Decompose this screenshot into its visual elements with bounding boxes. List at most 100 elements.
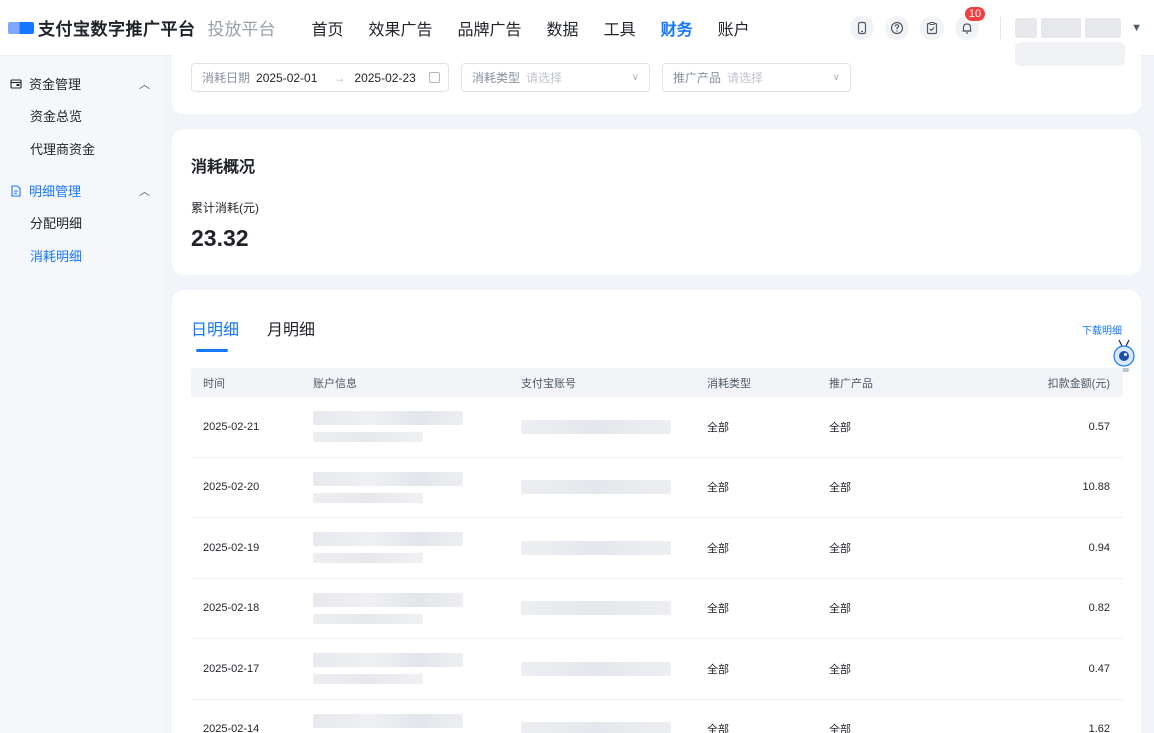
cell-date: 2025-02-19 xyxy=(203,541,260,554)
cell-date: 2025-02-18 xyxy=(203,602,260,615)
nav-tools[interactable]: 工具 xyxy=(604,16,636,40)
date-start-value[interactable]: 2025-02-01 xyxy=(256,71,317,85)
cell-type: 全部 xyxy=(707,482,729,495)
cell-type: 全部 xyxy=(707,603,729,616)
nav-performance-ads[interactable]: 效果广告 xyxy=(369,16,433,40)
cell-type: 全部 xyxy=(707,663,729,676)
cell-type: 全部 xyxy=(707,724,729,733)
nav-brand-ads[interactable]: 品牌广告 xyxy=(458,16,522,40)
cell-date: 2025-02-21 xyxy=(203,420,260,433)
nav-home[interactable]: 首页 xyxy=(312,16,344,40)
redacted-alipay-account xyxy=(521,661,671,676)
cell-product: 全部 xyxy=(829,603,851,616)
filter-panel: 消耗日期 2025-02-01 → 2025-02-23 消耗类型 请选择 ∨ … xyxy=(172,42,1141,114)
column-header-consumption-type: 消耗类型 xyxy=(707,377,751,390)
column-header-time: 时间 xyxy=(203,377,225,390)
redacted-alipay-account xyxy=(521,722,671,733)
main-nav: 首页 效果广告 品牌广告 数据 工具 财务 账户 xyxy=(312,16,775,40)
redacted-account-info xyxy=(313,532,521,564)
bell-icon[interactable]: 10 xyxy=(955,5,988,40)
sidebar-group-label: 明细管理 xyxy=(29,184,82,199)
notification-badge: 10 xyxy=(962,5,988,23)
detail-tabs: 日明细 月明细 xyxy=(191,316,343,352)
redacted-alipay-account xyxy=(521,601,671,616)
tab-monthly[interactable]: 月明细 xyxy=(267,316,315,352)
chevron-up-icon[interactable]: ︿ xyxy=(139,76,150,92)
brand-title: 支付宝数字推广平台 xyxy=(38,20,196,39)
cell-date: 2025-02-20 xyxy=(203,481,260,494)
logo-mark-icon xyxy=(8,21,34,34)
column-header-amount: 扣款金额(元) xyxy=(1047,377,1110,390)
redacted-account-info xyxy=(313,411,521,443)
arrow-right-icon: → xyxy=(333,70,346,85)
table-row: 2025-02-19 全部 全部 0.94 xyxy=(191,518,1123,579)
nav-data[interactable]: 数据 xyxy=(547,16,579,40)
consumption-type-label: 消耗类型 xyxy=(472,71,521,85)
chevron-down-icon: ∨ xyxy=(631,72,639,83)
download-details-link[interactable]: 下载明细 xyxy=(1082,322,1122,337)
tab-daily[interactable]: 日明细 xyxy=(191,316,239,352)
clipboard-check-icon[interactable] xyxy=(920,16,945,40)
redacted-account-info xyxy=(313,471,521,503)
brand-logo[interactable]: 支付宝数字推广平台 投放平台 xyxy=(8,15,276,40)
consumption-type-placeholder: 请选择 xyxy=(526,71,563,85)
user-account-menu[interactable] xyxy=(1015,12,1125,44)
sidebar-item-agency-funds[interactable]: 代理商资金 xyxy=(0,133,164,166)
cumulative-consumption-label: 累计消耗(元) xyxy=(191,201,259,215)
blurred-control xyxy=(1015,42,1125,66)
cell-product: 全部 xyxy=(829,663,851,676)
cell-amount: 10.88 xyxy=(1082,481,1110,494)
sidebar-group-label: 资金管理 xyxy=(29,77,82,92)
sidebar-item-allocation-details[interactable]: 分配明细 xyxy=(0,207,164,240)
date-end-value[interactable]: 2025-02-23 xyxy=(354,71,415,85)
chevron-down-icon[interactable]: ▼ xyxy=(1131,22,1142,34)
consumption-overview-card: 消耗概况 累计消耗(元) 23.32 xyxy=(172,129,1141,275)
sidebar-group-details[interactable]: 明细管理 ︿ xyxy=(0,174,164,207)
cell-amount: 0.57 xyxy=(1088,420,1110,433)
cumulative-consumption-value: 23.32 xyxy=(191,225,249,251)
cell-date: 2025-02-14 xyxy=(203,723,260,733)
cell-product: 全部 xyxy=(829,482,851,495)
date-range-label: 消耗日期 xyxy=(202,71,251,85)
product-label: 推广产品 xyxy=(673,71,722,85)
column-header-alipay-account: 支付宝账号 xyxy=(521,377,576,390)
redacted-account-info xyxy=(313,713,521,733)
cell-product: 全部 xyxy=(829,421,851,434)
product-placeholder: 请选择 xyxy=(727,71,764,85)
cell-date: 2025-02-17 xyxy=(203,662,260,675)
sidebar-group-funds[interactable]: 资金管理 ︿ xyxy=(0,67,164,100)
mobile-icon[interactable] xyxy=(850,16,875,40)
sidebar: 资金管理 ︿ 资金总览 代理商资金 明细管理 ︿ 分配明细 消耗明细 xyxy=(0,57,164,733)
cell-product: 全部 xyxy=(829,724,851,733)
cell-type: 全部 xyxy=(707,421,729,434)
table-row: 2025-02-20 全部 全部 10.88 xyxy=(191,458,1123,518)
cell-amount: 0.47 xyxy=(1088,662,1110,675)
sidebar-item-consumption-details[interactable]: 消耗明细 xyxy=(0,240,164,273)
chevron-up-icon[interactable]: ︿ xyxy=(139,183,150,199)
product-select[interactable]: 推广产品 请选择 ∨ xyxy=(662,63,851,92)
cell-product: 全部 xyxy=(829,542,851,555)
chevron-down-icon: ∨ xyxy=(832,72,840,83)
wallet-icon xyxy=(10,78,22,89)
sidebar-item-funds-overview[interactable]: 资金总览 xyxy=(0,100,164,133)
table-row: 2025-02-17 全部 全部 0.47 xyxy=(191,639,1123,700)
help-icon[interactable] xyxy=(885,16,910,40)
date-range-picker[interactable]: 消耗日期 2025-02-01 → 2025-02-23 xyxy=(191,63,449,92)
redacted-alipay-account xyxy=(521,419,671,434)
nav-finance[interactable]: 财务 xyxy=(661,16,693,40)
redacted-alipay-account xyxy=(521,540,671,555)
brand-subtitle: 投放平台 xyxy=(207,20,276,39)
detail-card: 日明细 月明细 下载明细 时间 账户信息 支付宝账号 消耗类型 推广产品 扣款金… xyxy=(172,290,1141,733)
divider xyxy=(1000,17,1002,39)
consumption-type-select[interactable]: 消耗类型 请选择 ∨ xyxy=(461,63,650,92)
table-row: 2025-02-18 全部 全部 0.82 xyxy=(191,579,1123,639)
cell-amount: 0.82 xyxy=(1088,602,1110,615)
table-header: 时间 账户信息 支付宝账号 消耗类型 推广产品 扣款金额(元) xyxy=(191,368,1123,397)
overview-title: 消耗概况 xyxy=(191,159,256,176)
nav-account[interactable]: 账户 xyxy=(718,16,750,40)
calendar-icon xyxy=(429,72,440,83)
cell-amount: 0.94 xyxy=(1088,541,1110,554)
redacted-account-info xyxy=(313,653,521,685)
consumption-table: 时间 账户信息 支付宝账号 消耗类型 推广产品 扣款金额(元) 2025-02-… xyxy=(191,368,1123,733)
cell-amount: 1.62 xyxy=(1088,723,1110,733)
